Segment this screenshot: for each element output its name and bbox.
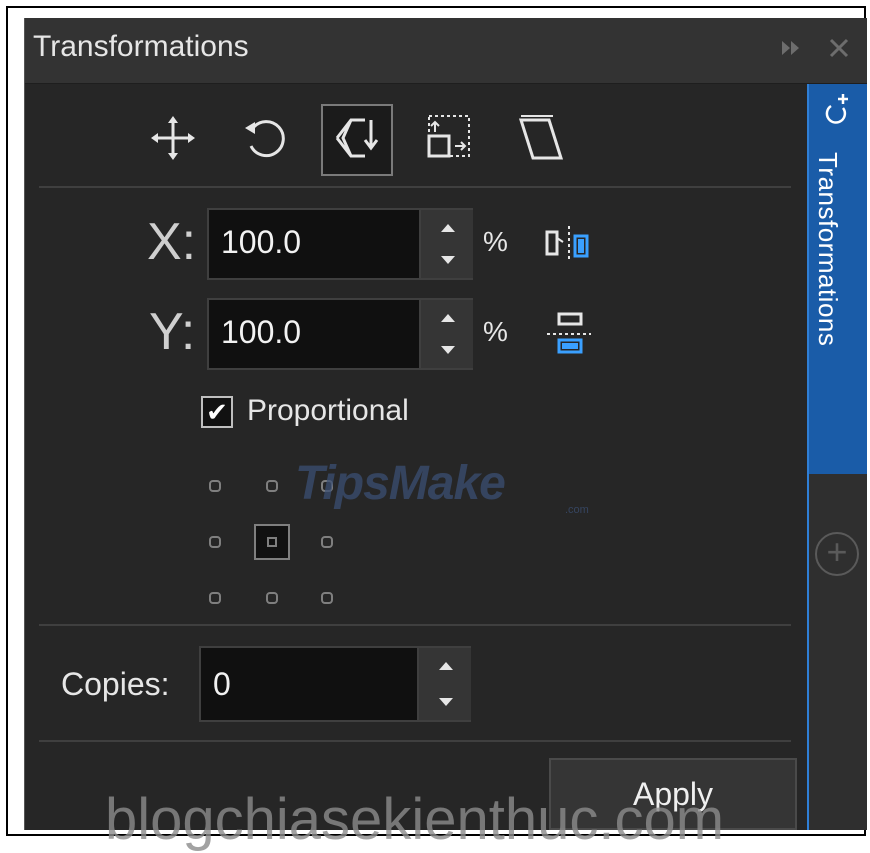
spin-up-icon[interactable] (441, 314, 455, 322)
rotate-plus-icon (821, 90, 853, 137)
proportional-label: Proportional (247, 394, 409, 427)
site-watermark: blogchiasekienthuc.com (105, 787, 725, 852)
scale-mirror-tool-button[interactable] (321, 104, 393, 176)
anchor-bottom-left[interactable] (209, 592, 221, 604)
docker-title: Transformations (33, 30, 249, 63)
size-icon (421, 110, 477, 171)
tab-transformations-label: Transformations (813, 152, 843, 347)
separator (39, 186, 791, 188)
rotate-tool-button[interactable] (229, 104, 301, 176)
mirror-vertical-icon[interactable] (545, 310, 593, 363)
add-circle-icon[interactable]: + (815, 532, 859, 576)
double-chevron-right-icon[interactable] (777, 34, 805, 69)
separator (39, 740, 791, 742)
scale-x-input[interactable]: 100.0 (207, 208, 473, 280)
anchor-middle-left[interactable] (209, 536, 221, 548)
docker-titlebar: Transformations (25, 18, 867, 84)
checkmark-icon: ✔ (206, 397, 228, 427)
anchor-center-marker (267, 537, 277, 547)
scale-mirror-icon (329, 110, 385, 171)
scale-x-value: 100.0 (221, 224, 302, 260)
scale-y-spinner[interactable] (419, 300, 473, 368)
close-icon[interactable] (825, 34, 853, 69)
copies-label: Copies: (61, 666, 170, 702)
anchor-top-center[interactable] (266, 480, 278, 492)
tipsmake-watermark-suffix: .com (565, 504, 589, 516)
spin-down-icon[interactable] (439, 698, 453, 706)
spin-down-icon[interactable] (441, 346, 455, 354)
scale-y-value: 100.0 (221, 314, 302, 350)
anchor-middle-right[interactable] (321, 536, 333, 548)
y-axis-label: Y: (149, 303, 196, 361)
skew-icon (513, 110, 569, 171)
rotate-icon (239, 112, 291, 169)
x-axis-label: X: (147, 213, 197, 271)
size-tool-button[interactable] (413, 104, 485, 176)
proportional-checkbox[interactable]: ✔ (201, 396, 233, 428)
anchor-top-left[interactable] (209, 480, 221, 492)
move-arrows-icon (149, 114, 197, 167)
position-tool-button[interactable] (137, 104, 209, 176)
scale-x-unit: % (483, 226, 508, 257)
docker-content: X: 100.0 % Y: 100.0 % ✔ Proportional Cop… (25, 84, 807, 852)
tab-transformations[interactable]: Transformations (809, 84, 867, 474)
scale-y-input[interactable]: 100.0 (207, 298, 473, 370)
copies-input[interactable]: 0 (199, 646, 471, 722)
scale-x-spinner[interactable] (419, 210, 473, 278)
mirror-horizontal-icon[interactable] (545, 224, 593, 269)
separator (39, 624, 791, 626)
spin-down-icon[interactable] (441, 256, 455, 264)
spin-up-icon[interactable] (441, 224, 455, 232)
anchor-bottom-right[interactable] (321, 592, 333, 604)
tipsmake-watermark: TipsMake (295, 457, 506, 510)
copies-value: 0 (213, 666, 231, 702)
scale-y-unit: % (483, 316, 508, 347)
transformations-docker: Transformations X: 100.0 % Y: 100.0 % ✔ … (24, 18, 867, 852)
docker-tab-rail: Transformations + (807, 84, 867, 830)
spin-up-icon[interactable] (439, 662, 453, 670)
copies-spinner[interactable] (417, 648, 471, 720)
anchor-bottom-center[interactable] (266, 592, 278, 604)
skew-tool-button[interactable] (505, 104, 577, 176)
anchor-center-selected[interactable] (254, 524, 290, 560)
